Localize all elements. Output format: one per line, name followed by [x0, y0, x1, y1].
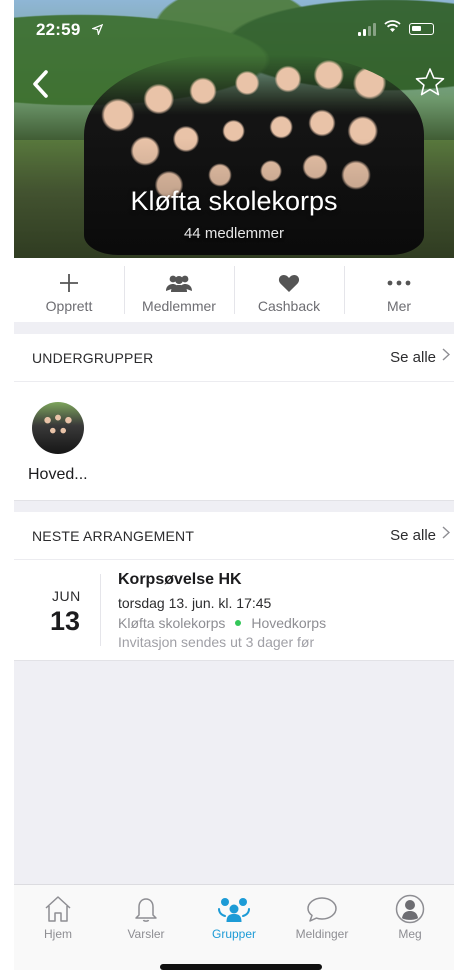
group-actions: Opprett Medlemmer Cashback Mer: [14, 258, 454, 322]
subgroup-item[interactable]: Hoved...: [28, 402, 98, 484]
more-label: Mer: [386, 298, 412, 314]
event-name: Korpsøvelse HK: [118, 571, 242, 588]
more-button[interactable]: Mer: [344, 258, 454, 322]
favorite-button[interactable]: [414, 66, 448, 100]
tab-notifications[interactable]: Varsler: [102, 885, 190, 970]
home-indicator: [160, 964, 322, 970]
chevron-right-icon: [442, 526, 451, 544]
members-icon: [163, 272, 195, 294]
profile-icon: [395, 893, 425, 925]
chat-icon: [305, 893, 339, 925]
tab-profile[interactable]: Meg: [366, 885, 454, 970]
next-event-title: NESTE ARRANGEMENT: [32, 528, 195, 544]
tab-groups-label: Grupper: [211, 927, 257, 941]
see-all-label: Se alle: [390, 348, 436, 366]
members-button[interactable]: Medlemmer: [124, 258, 234, 322]
event-meta: Kløfta skolekorps Hovedkorps: [118, 615, 326, 631]
chevron-left-icon: [33, 70, 48, 98]
more-icon: [387, 272, 411, 294]
star-icon: [415, 68, 445, 96]
section-spacer: [14, 322, 454, 334]
event-time: torsdag 13. jun. kl. 17:45: [118, 595, 272, 611]
next-event-header: NESTE ARRANGEMENT Se alle: [14, 512, 454, 560]
create-button[interactable]: Opprett: [14, 258, 124, 322]
subgroups-header: UNDERGRUPPER Se alle: [14, 334, 454, 382]
event-card[interactable]: JUN 13 Korpsøvelse HK torsdag 13. jun. k…: [14, 560, 454, 660]
tab-groups[interactable]: Grupper: [190, 885, 278, 970]
empty-background: [14, 660, 454, 884]
status-icons: [358, 20, 434, 38]
event-subgroup: Hovedkorps: [251, 615, 327, 631]
battery-icon: [409, 23, 434, 35]
status-bar: 22:59: [0, 0, 454, 60]
subgroup-avatar: [32, 402, 84, 454]
tab-messages-label: Meldinger: [295, 927, 349, 941]
event-divider: [100, 574, 101, 646]
section-spacer: [14, 500, 454, 512]
event-month: JUN: [52, 588, 81, 604]
member-count: 44 medlemmer: [183, 225, 285, 242]
tab-bar: Hjem Varsler Grupper Meldinger Meg: [14, 884, 454, 970]
members-label: Medlemmer: [142, 298, 216, 314]
tab-home[interactable]: Hjem: [14, 885, 102, 970]
heart-icon: [278, 272, 300, 294]
subgroups-see-all[interactable]: Se alle: [390, 348, 451, 366]
wifi-icon: [384, 20, 401, 38]
cashback-label: Cashback: [257, 298, 321, 314]
subgroup-name: Hoved...: [28, 466, 88, 483]
chevron-right-icon: [442, 348, 451, 366]
location-arrow-icon: [90, 22, 104, 40]
tab-notifications-label: Varsler: [127, 927, 165, 941]
bell-icon: [133, 893, 159, 925]
tab-messages[interactable]: Meldinger: [278, 885, 366, 970]
group-title: Kløfta skolekorps: [130, 186, 338, 216]
status-dot-icon: [235, 620, 242, 626]
event-group: Kløfta skolekorps: [118, 615, 226, 631]
tab-profile-label: Meg: [398, 927, 422, 941]
home-icon: [43, 893, 73, 925]
cashback-button[interactable]: Cashback: [234, 258, 344, 322]
event-day: 13: [50, 606, 81, 636]
create-label: Opprett: [45, 298, 93, 314]
subgroups-title: UNDERGRUPPER: [32, 350, 154, 366]
groups-icon: [216, 893, 252, 925]
tab-home-label: Hjem: [43, 927, 72, 941]
event-invite-note: Invitasjon sendes ut 3 dager før: [118, 634, 315, 650]
events-see-all[interactable]: Se alle: [390, 526, 451, 544]
see-all-label: Se alle: [390, 526, 436, 544]
back-button[interactable]: [30, 68, 60, 102]
status-time: 22:59: [36, 20, 81, 39]
signal-icon: [358, 22, 376, 36]
plus-icon: [59, 272, 79, 294]
